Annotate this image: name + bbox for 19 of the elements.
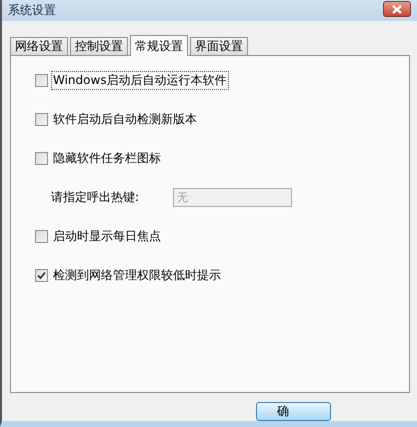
ok-button[interactable]: 确 (256, 402, 331, 421)
checkbox[interactable] (35, 230, 48, 243)
checkbox-label[interactable]: 检测到网络管理权限较低时提示 (51, 266, 223, 285)
checkbox[interactable] (35, 112, 48, 126)
checkbox[interactable] (35, 74, 48, 87)
checkbox-label[interactable]: Windows启动后自动运行本软件 (51, 70, 229, 90)
window-title: 系统设置 (8, 2, 56, 19)
checkbox-label[interactable]: 软件启动后自动检测新版本 (51, 110, 199, 129)
tab[interactable]: 网络设置 (10, 37, 68, 56)
tab[interactable]: 常规设置 (130, 35, 188, 56)
checkbox[interactable] (35, 152, 48, 165)
tab[interactable]: 界面设置 (190, 37, 248, 56)
close-button[interactable] (383, 1, 411, 18)
hotkey-label: 请指定呼出热键: (51, 188, 140, 206)
checkbox-label[interactable]: 启动时显示每日焦点 (51, 226, 163, 246)
checkbox-label[interactable]: 隐藏软件任务栏图标 (51, 148, 163, 168)
checkbox[interactable] (35, 268, 48, 282)
close-icon (391, 4, 403, 14)
tab[interactable]: 控制设置 (70, 37, 128, 56)
